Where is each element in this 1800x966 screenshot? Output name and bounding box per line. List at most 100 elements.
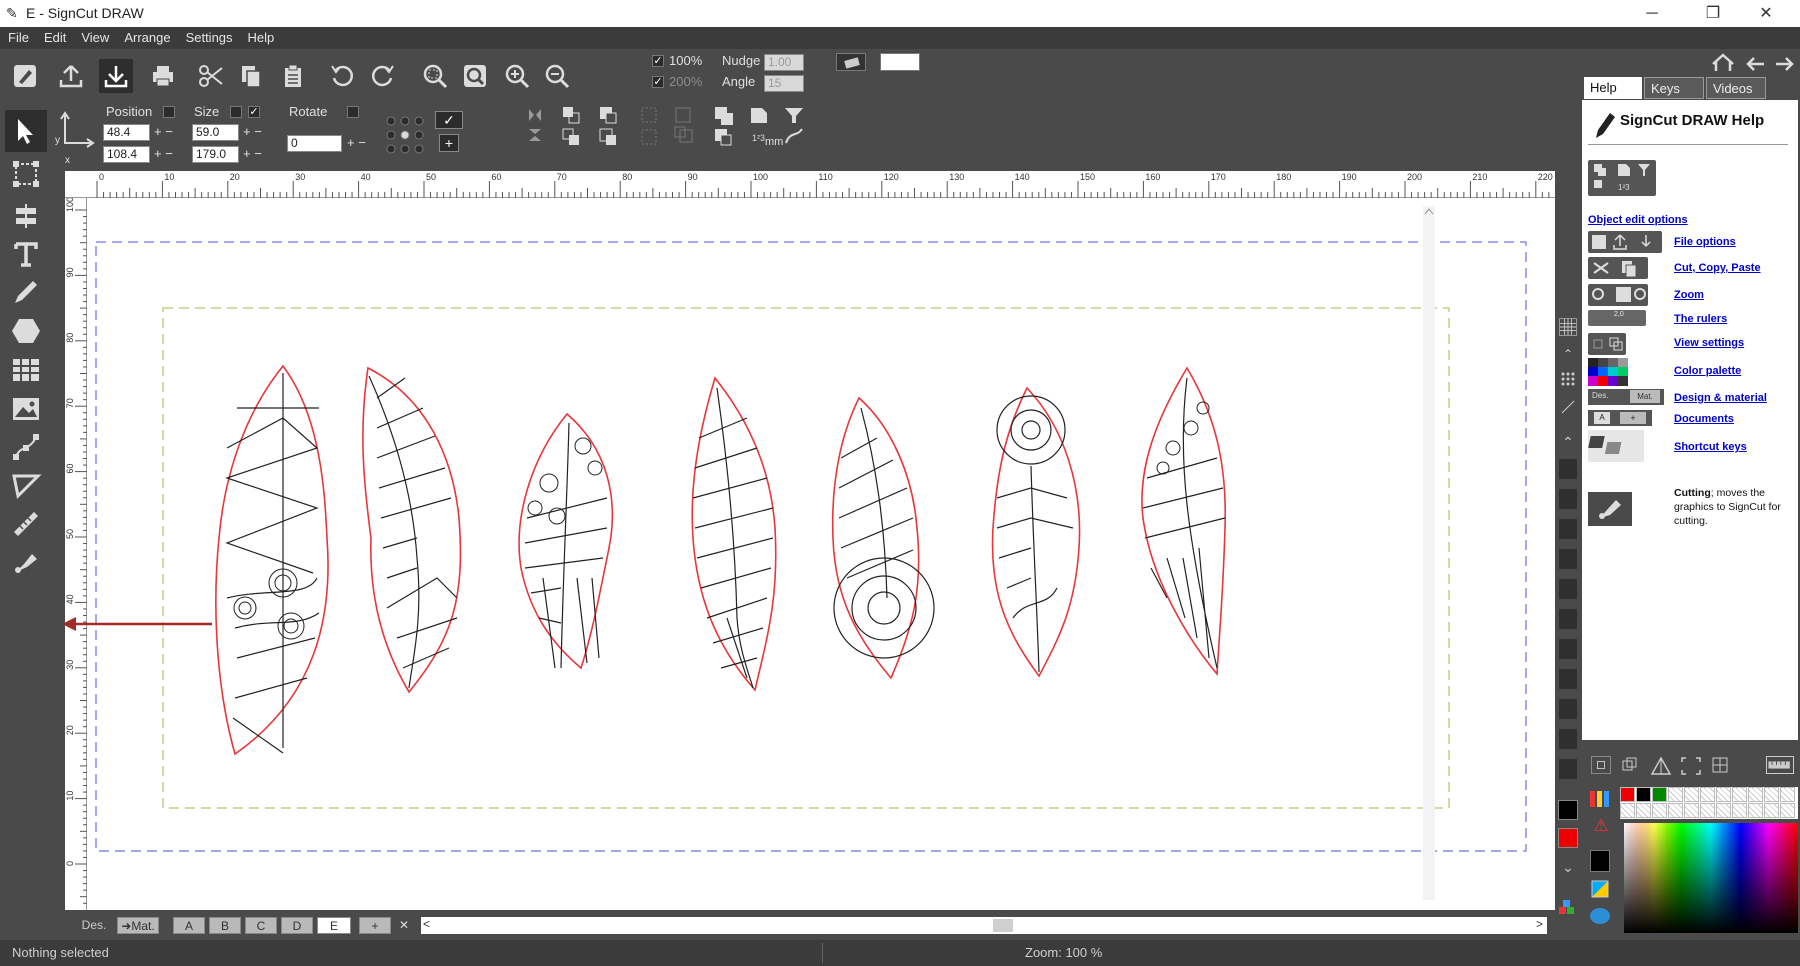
palette-cell[interactable] xyxy=(1716,787,1731,802)
palette-cell[interactable] xyxy=(1780,787,1795,802)
add-document-tab[interactable]: + xyxy=(359,917,391,934)
menu-edit[interactable]: Edit xyxy=(36,27,73,45)
snap-up-icon[interactable]: ⌃ xyxy=(1560,347,1576,363)
current-color-swatch[interactable] xyxy=(1590,850,1610,872)
download-icon[interactable] xyxy=(99,59,133,93)
tab-doc-a[interactable]: A xyxy=(173,917,205,934)
link-file-options[interactable]: File options xyxy=(1674,236,1736,248)
pencil-icon[interactable] xyxy=(5,271,47,313)
palette-swatch[interactable] xyxy=(1559,729,1577,749)
link-shortcut-keys[interactable]: Shortcut keys xyxy=(1674,441,1747,453)
position-x-plus[interactable]: + − xyxy=(154,124,173,139)
weld-icon[interactable] xyxy=(713,105,735,147)
size-width-input[interactable]: 59.0 xyxy=(192,124,239,141)
palette-cell[interactable] xyxy=(1668,787,1683,802)
palette-cell[interactable] xyxy=(1764,787,1779,802)
tab-doc-c[interactable]: C xyxy=(245,917,277,934)
stroke-color-black[interactable] xyxy=(1558,800,1578,820)
palette-cell[interactable] xyxy=(1716,803,1731,818)
palette-swatch[interactable] xyxy=(1559,639,1577,659)
zoom-200-checkbox[interactable]: ✓ xyxy=(652,76,664,88)
menu-file[interactable]: File xyxy=(0,27,36,45)
menu-arrange[interactable]: Arrange xyxy=(116,27,177,45)
zoom-page-icon[interactable] xyxy=(458,59,492,93)
feather-2[interactable] xyxy=(362,366,462,694)
tab-videos[interactable]: Videos xyxy=(1706,77,1766,99)
palette-cell[interactable] xyxy=(1780,803,1795,818)
tab-keys[interactable]: Keys xyxy=(1644,77,1704,99)
warning-icon[interactable]: ⚠ xyxy=(1590,816,1612,836)
palette-cell[interactable] xyxy=(1684,803,1699,818)
dots-grid-icon[interactable] xyxy=(1560,371,1576,387)
close-document-tab[interactable]: ✕ xyxy=(395,917,413,934)
grid-toggle-icon[interactable] xyxy=(1559,318,1577,336)
palette-cell[interactable] xyxy=(1732,803,1747,818)
feather-6[interactable] xyxy=(991,386,1081,678)
palette-swatch[interactable] xyxy=(1559,609,1577,629)
apply-check-button[interactable]: ✓ xyxy=(435,111,463,129)
size-proportional-checkbox[interactable]: ✓ xyxy=(248,106,260,118)
palette-grid-icon[interactable] xyxy=(1710,756,1730,774)
zoom-100-checkbox[interactable]: ✓ xyxy=(652,55,664,67)
palette-cell[interactable] xyxy=(1700,803,1715,818)
select-arrow-icon[interactable] xyxy=(5,110,47,152)
image-icon[interactable] xyxy=(5,388,47,430)
palette-cell[interactable] xyxy=(1620,787,1635,802)
feather-4[interactable] xyxy=(691,376,777,692)
filter-icon[interactable] xyxy=(783,105,805,147)
palette-swatch[interactable] xyxy=(1559,699,1577,719)
vertical-ruler[interactable]: 100 90 80 70 60 50 40 30 20 10 0 xyxy=(65,198,87,910)
tab-doc-b[interactable]: B xyxy=(209,917,241,934)
feather-3[interactable] xyxy=(518,412,614,670)
palette-swatch[interactable] xyxy=(1559,579,1577,599)
outline-mode-icon[interactable] xyxy=(1591,756,1611,774)
rotate-plus[interactable]: + − xyxy=(347,135,366,150)
tab-design[interactable]: Des. xyxy=(73,917,115,934)
zoom-out-icon[interactable] xyxy=(540,59,574,93)
table-grid-icon[interactable] xyxy=(5,349,47,391)
position-lock-checkbox[interactable] xyxy=(163,106,175,118)
design-canvas[interactable] xyxy=(87,198,1555,910)
menu-settings[interactable]: Settings xyxy=(178,27,240,45)
feather-7[interactable] xyxy=(1141,366,1227,677)
scrollbar-thumb[interactable] xyxy=(993,919,1013,932)
palette-cell[interactable] xyxy=(1652,803,1667,818)
object-edit-link[interactable]: Object edit options xyxy=(1588,214,1688,226)
size-w-plus[interactable]: + − xyxy=(243,124,262,139)
group-icon[interactable] xyxy=(639,105,661,147)
measure-ruler-icon[interactable] xyxy=(5,503,47,545)
menu-view[interactable]: View xyxy=(73,27,116,45)
mirror-icon[interactable] xyxy=(525,105,545,145)
link-view-settings[interactable]: View settings xyxy=(1674,337,1744,349)
colors-cube-icon[interactable] xyxy=(1558,898,1576,916)
rotate-input[interactable]: 0 xyxy=(287,135,342,152)
tab-help[interactable]: Help xyxy=(1584,77,1642,99)
palette-cell[interactable] xyxy=(1748,787,1763,802)
angle-input[interactable]: 15 xyxy=(764,75,804,92)
color-picker-spectrum[interactable] xyxy=(1624,823,1798,933)
palette-swatch[interactable] xyxy=(1559,489,1577,509)
paste-icon[interactable] xyxy=(276,59,310,93)
scroll-right-icon[interactable]: > xyxy=(1536,917,1543,931)
upload-icon[interactable] xyxy=(54,59,88,93)
menu-help[interactable]: Help xyxy=(240,27,282,45)
size-lock-checkbox[interactable] xyxy=(230,106,242,118)
arrange-back-icon[interactable] xyxy=(598,105,620,147)
arrange-front-icon[interactable] xyxy=(561,105,583,147)
palette-swatch[interactable] xyxy=(1559,459,1577,479)
horizontal-ruler[interactable]: 0 10 20 30 40 50 60 70 80 90 100 110 120 130 140 150 160… xyxy=(65,171,1555,198)
palette-cell[interactable] xyxy=(1684,787,1699,802)
shape-hexagon-icon[interactable] xyxy=(5,310,47,352)
redo-icon[interactable] xyxy=(366,59,400,93)
scissors-icon[interactable] xyxy=(194,59,228,93)
layers-icon[interactable] xyxy=(1620,756,1640,774)
zoom-fit-icon[interactable] xyxy=(418,59,452,93)
palette-cell[interactable] xyxy=(1652,787,1667,802)
material-color-swatch[interactable] xyxy=(836,53,866,71)
print-icon[interactable] xyxy=(146,59,180,93)
copy-icon[interactable] xyxy=(234,59,268,93)
horizontal-scrollbar[interactable]: < > xyxy=(421,917,1547,934)
palette-scroll-down-icon[interactable]: ⌄ xyxy=(1560,859,1576,875)
color-bars-icon[interactable] xyxy=(1588,788,1612,810)
position-x-input[interactable]: 48.4 xyxy=(103,124,150,141)
